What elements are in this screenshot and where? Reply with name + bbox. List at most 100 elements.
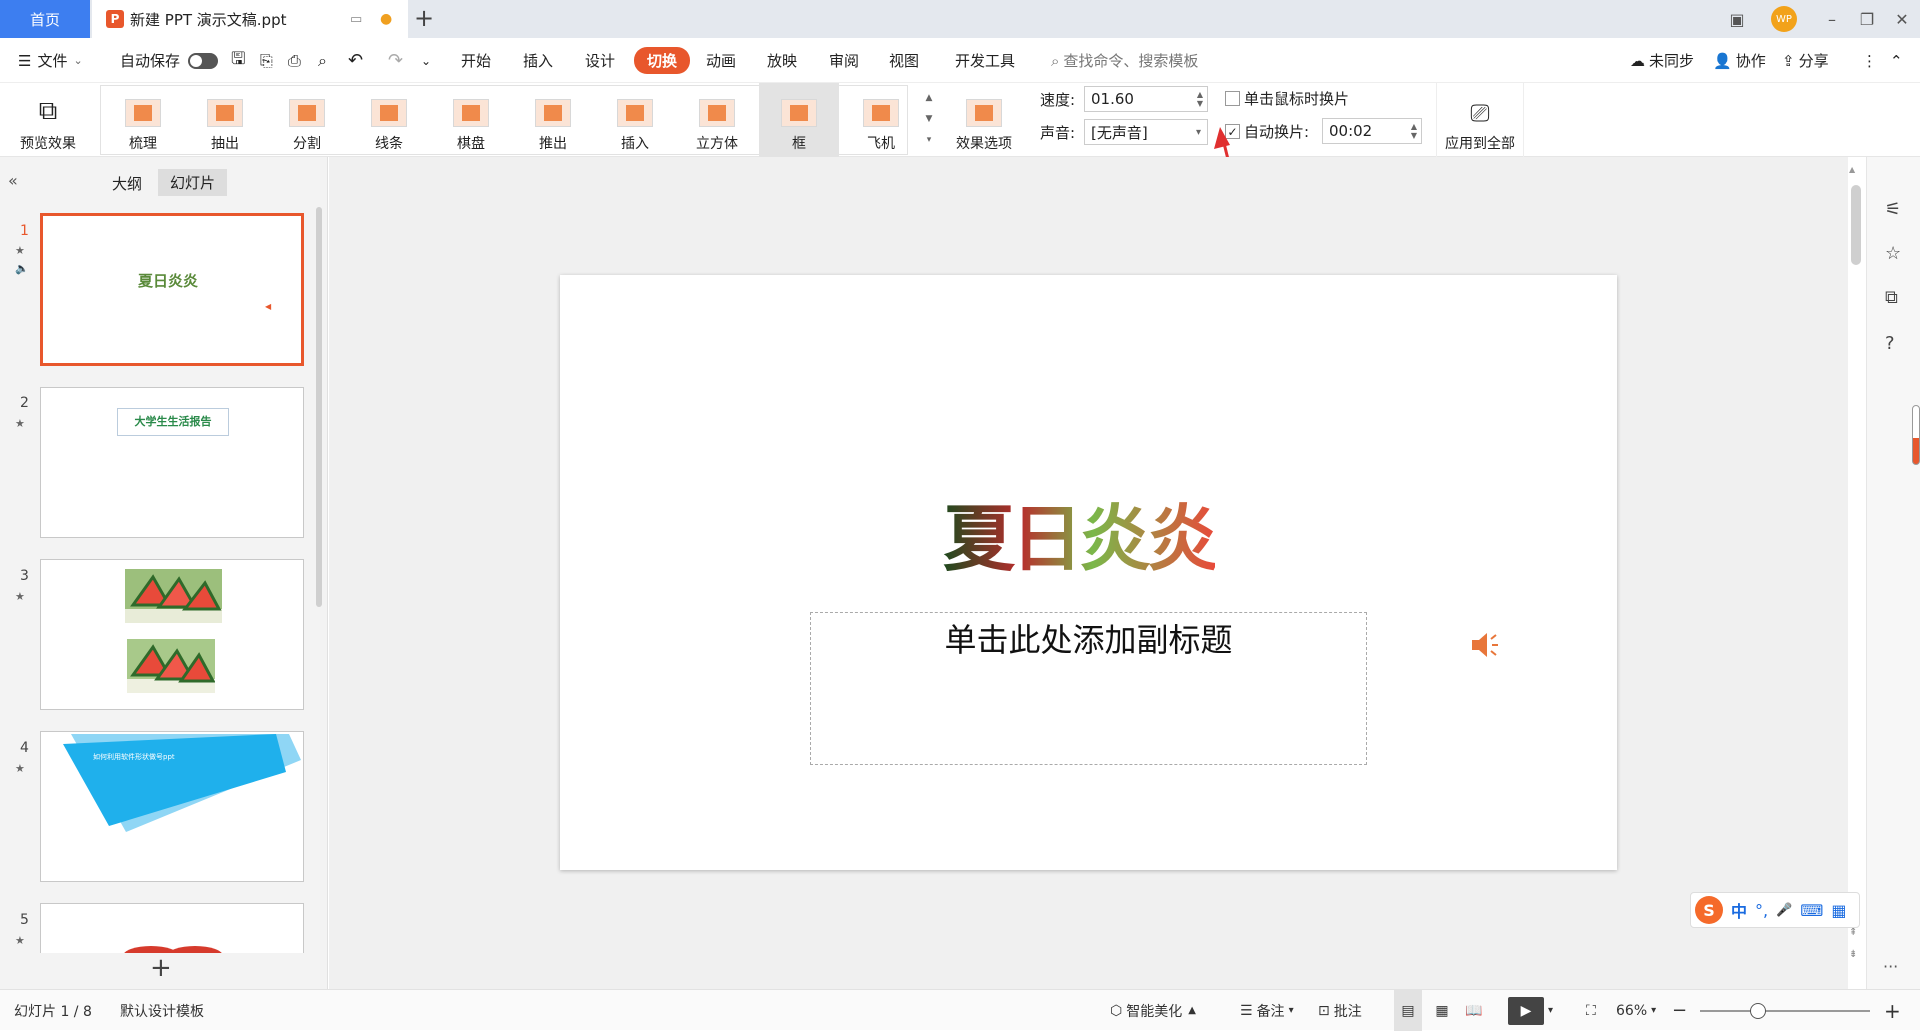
- keyboard-icon[interactable]: ⌨: [1800, 901, 1823, 920]
- more-dropdown-icon[interactable]: ⌄: [421, 38, 431, 83]
- sound-select[interactable]: [无声音] ▾: [1084, 119, 1208, 145]
- transition-item[interactable]: 飞机: [841, 83, 921, 157]
- watermelon-heart: [124, 946, 222, 953]
- new-tab-button[interactable]: +: [414, 4, 434, 32]
- help-icon[interactable]: ?: [1885, 333, 1895, 354]
- microphone-icon[interactable]: 🎤: [1776, 903, 1792, 918]
- tab-slides[interactable]: 幻灯片: [158, 169, 228, 196]
- collapse-panel-icon[interactable]: «: [8, 171, 18, 190]
- scroll-top-icon[interactable]: ▲: [1849, 165, 1855, 174]
- play-button[interactable]: ▶ ▾: [1508, 990, 1553, 1031]
- zoom-out-button[interactable]: −: [1672, 990, 1687, 1031]
- slide-thumbnail[interactable]: 如何利用软件形状做号ppt: [40, 731, 304, 882]
- transition-thumb-icon: [453, 99, 489, 127]
- comments-button[interactable]: ⊡ 批注: [1318, 990, 1362, 1031]
- slide-title[interactable]: 夏日炎炎: [943, 480, 1219, 585]
- zoom-thumb[interactable]: [1750, 1002, 1766, 1019]
- panel-scrollbar[interactable]: [316, 207, 322, 607]
- transition-item[interactable]: 插入: [595, 83, 675, 157]
- prev-slide-icon[interactable]: ⇞: [1849, 927, 1857, 938]
- collab-button[interactable]: 👤 协作: [1713, 38, 1766, 83]
- auto-advance-time-input[interactable]: 00:02 ▲ ▼: [1322, 118, 1422, 144]
- template-name[interactable]: 默认设计模板: [120, 990, 204, 1031]
- undo-icon[interactable]: ↶: [348, 38, 363, 83]
- autosave-toggle[interactable]: [188, 38, 218, 83]
- close-button[interactable]: ✕: [1883, 0, 1920, 38]
- vertical-scrollbar[interactable]: [1851, 185, 1861, 265]
- notes-button[interactable]: ☰ 备注 ▾: [1240, 990, 1294, 1031]
- fit-window-icon[interactable]: ⛶: [1586, 990, 1596, 1031]
- slide-canvas[interactable]: 夏日炎炎 单击此处添加副标题: [560, 275, 1617, 870]
- zoom-value: 66%: [1616, 1002, 1648, 1019]
- slide-thumbnail-selected[interactable]: 夏日炎炎 ◀: [40, 213, 304, 366]
- star-icon[interactable]: ☆: [1885, 243, 1901, 264]
- ime-toolbar[interactable]: S 中 °, 🎤 ⌨ ▦: [1690, 892, 1860, 928]
- menu-tab[interactable]: 设计: [585, 38, 615, 83]
- print-preview-icon[interactable]: ⌕: [318, 38, 327, 83]
- sorter-view-icon[interactable]: ▦: [1428, 990, 1456, 1031]
- replace-icon[interactable]: ⧉: [1885, 287, 1898, 308]
- menu-tab-active[interactable]: 切换: [634, 38, 691, 83]
- speed-input[interactable]: 01.60 ▲ ▼: [1084, 86, 1208, 112]
- subtitle-placeholder[interactable]: 单击此处添加副标题: [810, 612, 1367, 765]
- gallery-scroll[interactable]: ▲ ▼ ▾: [922, 87, 936, 151]
- export-icon[interactable]: ⎘: [260, 38, 273, 83]
- transition-item[interactable]: 推出: [513, 83, 593, 157]
- next-slide-icon[interactable]: ⇟: [1849, 949, 1857, 960]
- transition-item[interactable]: 抽出: [185, 83, 265, 157]
- punctuation-icon[interactable]: °,: [1755, 901, 1768, 920]
- monitor-icon[interactable]: ▭: [350, 12, 362, 27]
- watermelon-image: [125, 569, 222, 623]
- sync-button[interactable]: ☁ 未同步: [1630, 38, 1694, 83]
- menu-tab[interactable]: 视图: [889, 38, 919, 83]
- slide-thumbnail[interactable]: [40, 903, 304, 953]
- apply-to-all-button[interactable]: ⎚ 应用到全部: [1436, 83, 1524, 157]
- avatar[interactable]: WP: [1765, 0, 1803, 38]
- grid-icon[interactable]: ▦: [1831, 901, 1846, 920]
- on-click-checkbox[interactable]: 单击鼠标时换片: [1225, 88, 1349, 109]
- slide-thumbnail[interactable]: [40, 559, 304, 710]
- slide-thumbnail[interactable]: 大学生生活报告: [40, 387, 304, 538]
- menu-tab[interactable]: 放映: [767, 38, 797, 83]
- tab-document[interactable]: P 新建 PPT 演示文稿.ppt ▭ ●: [92, 0, 408, 38]
- search-box[interactable]: ⌕ 查找命令、搜索模板: [1051, 38, 1198, 83]
- layout-icon[interactable]: ▣: [1718, 0, 1756, 38]
- more-icon[interactable]: ⋮: [1862, 38, 1877, 83]
- speaker-icon[interactable]: [1468, 629, 1500, 665]
- chevron-down-icon: ▾: [1548, 1005, 1554, 1016]
- print-icon[interactable]: ⎙: [288, 38, 301, 83]
- collapse-ribbon-icon[interactable]: ⌃: [1890, 38, 1903, 83]
- file-menu[interactable]: ☰ 文件 ⌄: [18, 38, 83, 83]
- more-dots-icon[interactable]: ···: [1883, 957, 1898, 976]
- zoom-in-button[interactable]: +: [1884, 990, 1901, 1031]
- tab-outline[interactable]: 大纲: [112, 173, 142, 194]
- effect-options-button[interactable]: 效果选项: [944, 83, 1024, 157]
- restore-button[interactable]: ❐: [1848, 0, 1886, 38]
- settings-sliders-icon[interactable]: ⚟: [1885, 199, 1901, 220]
- transition-item[interactable]: 分割: [267, 83, 347, 157]
- menu-tab[interactable]: 插入: [523, 38, 553, 83]
- transition-item[interactable]: 梳理: [103, 83, 183, 157]
- side-handle[interactable]: [1912, 405, 1920, 465]
- minimize-button[interactable]: –: [1813, 0, 1851, 38]
- redo-icon[interactable]: ↷: [388, 38, 403, 83]
- reading-view-icon[interactable]: 📖: [1460, 990, 1488, 1031]
- zoom-dropdown[interactable]: 66% ▾: [1616, 990, 1656, 1031]
- transition-item[interactable]: 立方体: [677, 83, 757, 157]
- scroll-down-icon: ▼: [925, 113, 933, 124]
- transition-item[interactable]: 棋盘: [431, 83, 511, 157]
- preview-effect-button[interactable]: ⧉ 预览效果: [8, 83, 88, 157]
- smart-beautify-button[interactable]: ⬡ 智能美化 ▲: [1110, 990, 1196, 1031]
- transition-item[interactable]: 线条: [349, 83, 429, 157]
- menu-tab[interactable]: 动画: [706, 38, 736, 83]
- tab-home[interactable]: 首页: [0, 0, 90, 38]
- menu-tab[interactable]: 审阅: [829, 38, 859, 83]
- save-icon[interactable]: 🖫: [231, 38, 245, 83]
- add-slide-button[interactable]: +: [150, 953, 172, 983]
- menu-tab[interactable]: 开始: [461, 38, 491, 83]
- zoom-slider[interactable]: [1700, 990, 1870, 1031]
- normal-view-icon[interactable]: ▤: [1394, 990, 1422, 1031]
- share-button[interactable]: ⇪ 分享: [1782, 38, 1829, 83]
- menu-tab[interactable]: 开发工具: [955, 38, 1015, 83]
- transition-item-selected[interactable]: 框: [759, 83, 839, 157]
